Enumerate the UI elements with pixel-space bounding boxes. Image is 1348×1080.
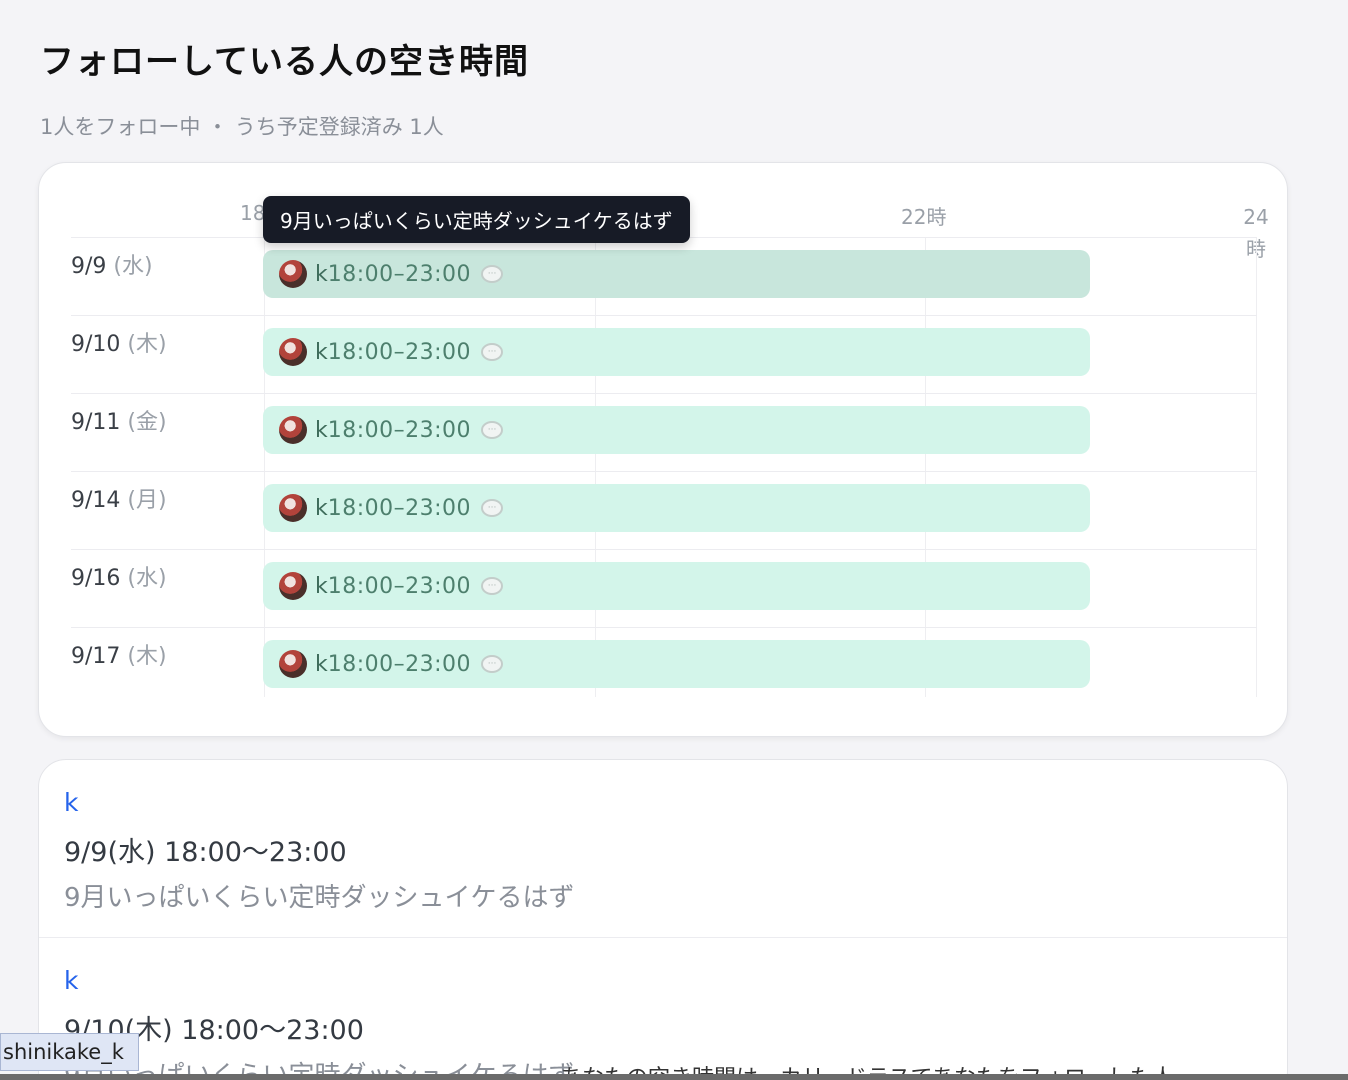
timeline-card: 18 22時 24 時 9/9 (水) k 18:00–23:00 ··· 9/… [38,162,1288,737]
comment-icon[interactable]: ··· [481,343,504,361]
bar-user-name: k [315,417,328,443]
comment-icon[interactable]: ··· [481,577,504,595]
row-date: 9/10 (木) [71,332,167,357]
bar-user-name: k [315,495,328,521]
availability-bar[interactable]: k 18:00–23:00 ··· [263,406,1090,454]
item-time: 9/10(木) 18:00〜23:00 [64,1015,364,1046]
comment-icon[interactable]: ··· [481,265,504,283]
hour-label-24-number: 24 [1243,205,1269,229]
bar-user-name: k [315,339,328,365]
bar-time-range: 18:00–23:00 [327,417,472,443]
comment-tooltip: 9月いっぱいくらい定時ダッシュイケるはず [263,196,690,243]
comment-icon[interactable]: ··· [481,655,504,673]
follow-summary: 1人をフォロー中 ・ うち予定登録済み 1人 [40,115,444,139]
availability-list: k 9/9(水) 18:00〜23:00 9月いっぱいくらい定時ダッシュイケるは… [38,759,1288,1080]
user-link[interactable]: k [64,788,1262,822]
timeline-row: 9/17 (木) k 18:00–23:00 ··· [71,627,1257,705]
item-note: 9月いっぱいくらい定時ダッシュイケるはず [64,883,575,913]
bar-user-name: k [315,573,328,599]
bar-time-range: 18:00–23:00 [327,651,472,677]
list-item: k 9/9(水) 18:00〜23:00 9月いっぱいくらい定時ダッシュイケるは… [39,760,1287,938]
status-tooltip: shinikake_k [0,1033,139,1071]
comment-icon[interactable]: ··· [481,421,504,439]
timeline-row: 9/16 (水) k 18:00–23:00 ··· [71,549,1257,627]
timeline-row: 9/10 (木) k 18:00–23:00 ··· [71,315,1257,393]
avatar [279,650,307,678]
availability-bar[interactable]: k 18:00–23:00 ··· [263,328,1090,376]
availability-bar[interactable]: k 18:00–23:00 ··· [263,484,1090,532]
comment-icon[interactable]: ··· [481,499,504,517]
availability-bar[interactable]: k 18:00–23:00 ··· [263,250,1090,298]
item-time: 9/9(水) 18:00〜23:00 [64,837,347,868]
row-date: 9/9 (水) [71,254,153,279]
row-date: 9/14 (月) [71,488,167,513]
page-title: フォローしている人の空き時間 [40,42,529,82]
user-link[interactable]: k [64,966,1262,1000]
bar-time-range: 18:00–23:00 [327,573,472,599]
timeline-row: 9/11 (金) k 18:00–23:00 ··· [71,393,1257,471]
avatar [279,416,307,444]
timeline-row: 9/9 (水) k 18:00–23:00 ··· [71,237,1257,315]
avatar [279,494,307,522]
bar-time-range: 18:00–23:00 [327,261,472,287]
row-date: 9/16 (水) [71,566,167,591]
window-bottom-bar [0,1074,1348,1080]
avatar [279,572,307,600]
hour-label-22: 22時 [901,205,947,229]
timeline-row: 9/14 (月) k 18:00–23:00 ··· [71,471,1257,549]
hour-label-18: 18 [240,201,266,225]
avatar [279,338,307,366]
avatar [279,260,307,288]
bar-time-range: 18:00–23:00 [327,495,472,521]
list-item: k 9/10(木) 18:00〜23:00 9月いっぱいくらい定時ダッシュイケる… [39,938,1287,1080]
availability-bar[interactable]: k 18:00–23:00 ··· [263,640,1090,688]
bar-time-range: 18:00–23:00 [327,339,472,365]
row-date: 9/11 (金) [71,410,167,435]
bar-user-name: k [315,261,328,287]
row-date: 9/17 (木) [71,644,167,669]
bar-user-name: k [315,651,328,677]
availability-bar[interactable]: k 18:00–23:00 ··· [263,562,1090,610]
